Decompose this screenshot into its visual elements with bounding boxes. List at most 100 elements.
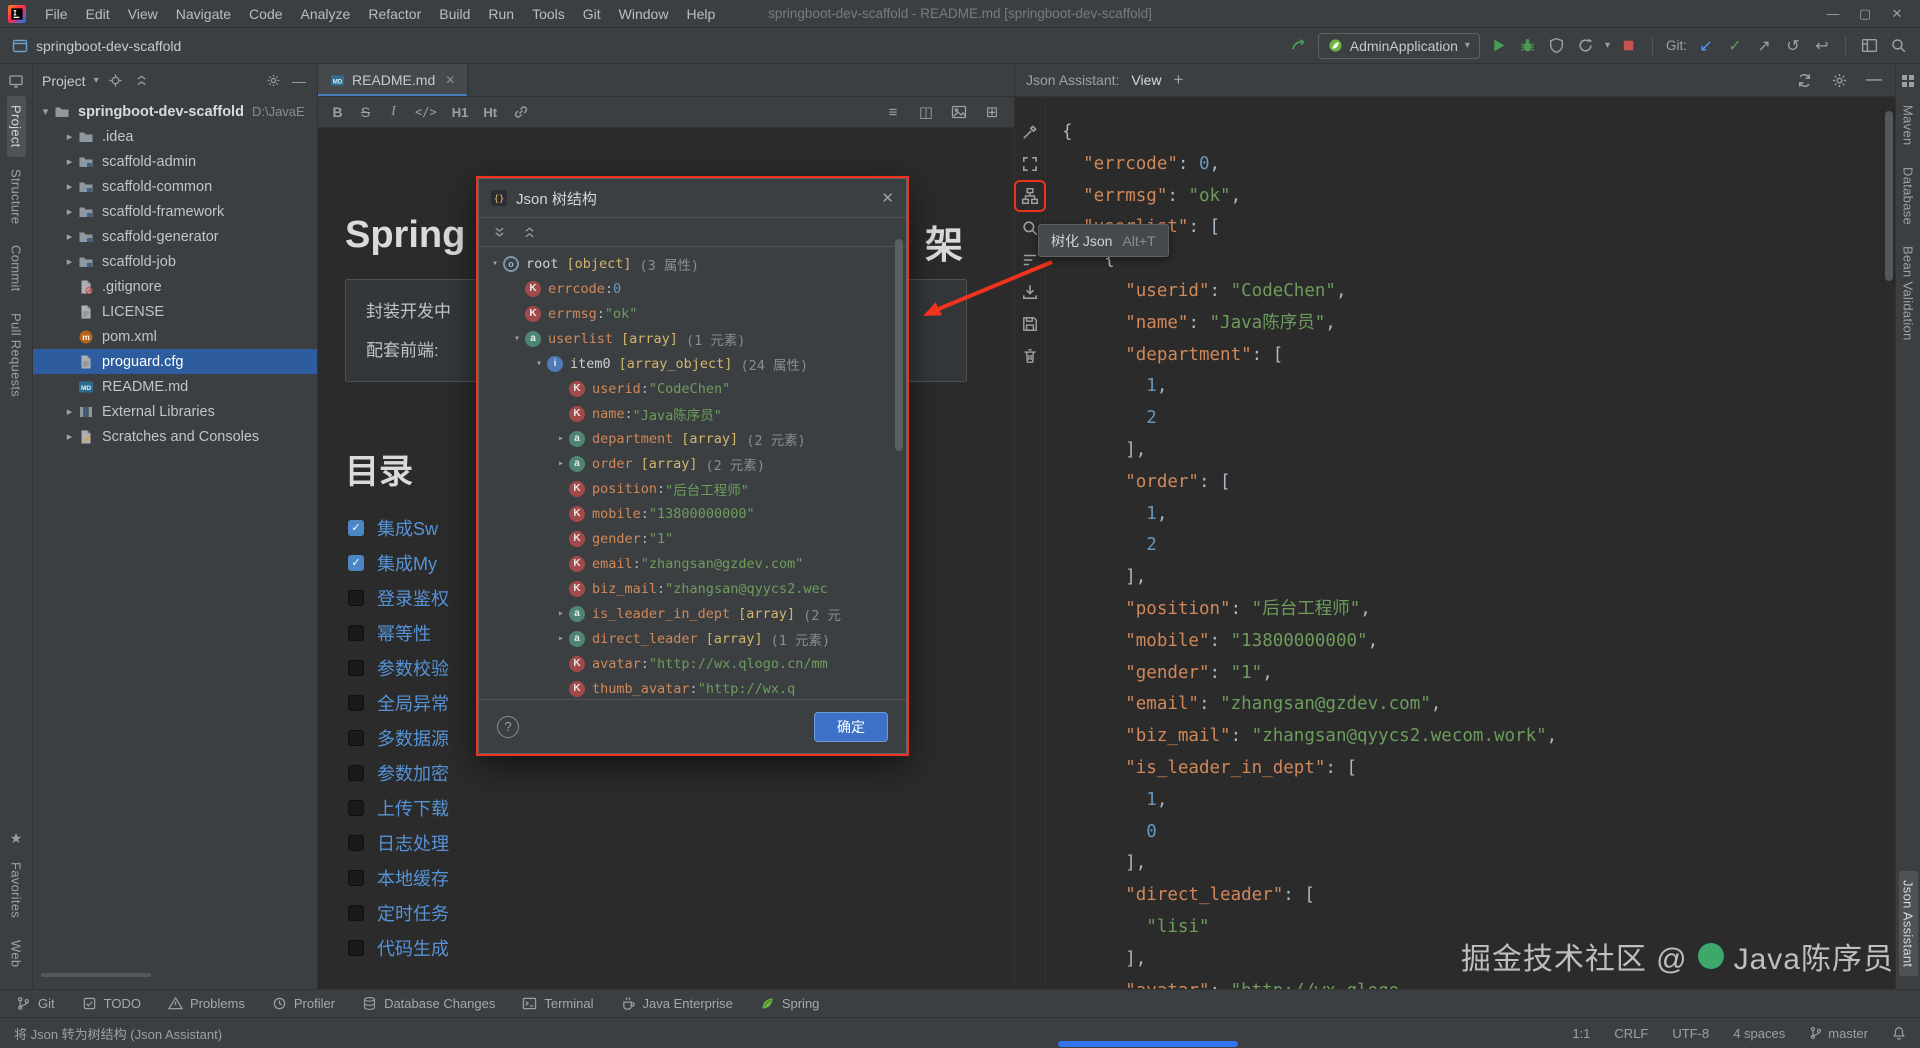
project-tree-item[interactable]: ▸External Libraries (33, 399, 317, 424)
md-tool-i[interactable]: I (387, 104, 400, 120)
split-view-icon[interactable]: ◫ (917, 103, 935, 121)
checkbox-checked-icon[interactable]: ✓ (348, 555, 364, 571)
tree-arrow-icon[interactable]: ▸ (61, 180, 78, 193)
expand-icon[interactable] (1017, 151, 1043, 177)
project-tree-item[interactable]: ▸scaffold-common (33, 174, 317, 199)
vertical-scrollbar[interactable] (895, 239, 903, 451)
checklist-item[interactable]: 定时任务 (348, 895, 449, 930)
menu-tools[interactable]: Tools (523, 4, 574, 24)
tree-arrow-icon[interactable]: ▸ (61, 155, 78, 168)
project-tree-item[interactable]: ▸scaffold-job (33, 249, 317, 274)
checklist-item[interactable]: 幂等性 (348, 615, 449, 650)
close-icon[interactable]: ✕ (1882, 2, 1912, 26)
checkbox-icon[interactable] (348, 800, 364, 816)
checkbox-icon[interactable] (348, 905, 364, 921)
menu-git[interactable]: Git (574, 4, 610, 24)
dialog-tree-item[interactable]: ▸ais_leader_in_dept[array](2 元 (479, 601, 906, 626)
tool-window-button-java-enterprise[interactable]: Java Enterprise (621, 996, 733, 1011)
add-tab-button[interactable]: + (1173, 70, 1183, 90)
git-rollback-button[interactable]: ↩ (1812, 36, 1832, 56)
checklist-label[interactable]: 本地缓存 (377, 865, 449, 891)
dialog-tree-item[interactable]: Kthumb_avatar: "http://wx.q (479, 676, 906, 699)
indent-setting[interactable]: 4 spaces (1733, 1026, 1785, 1041)
project-tree-item[interactable]: mpom.xml (33, 324, 317, 349)
dialog-tree-item[interactable]: Kuserid: "CodeChen" (479, 376, 906, 401)
stripe-item-structure[interactable]: Structure (7, 160, 26, 233)
gear-icon[interactable] (1829, 70, 1849, 90)
notifications-icon[interactable] (1892, 1026, 1906, 1040)
dialog-tree-item[interactable]: Kerrmsg: "ok" (479, 301, 906, 326)
checklist-item[interactable]: 参数校验 (348, 650, 449, 685)
tool-window-button-todo[interactable]: TODO (82, 996, 141, 1011)
checklist-label[interactable]: 定时任务 (377, 900, 449, 926)
checklist-label[interactable]: 代码生成 (377, 935, 449, 961)
vertical-scrollbar[interactable] (1885, 111, 1893, 281)
line-ending[interactable]: CRLF (1614, 1026, 1648, 1041)
md-tool-s[interactable]: S (359, 104, 372, 120)
tool-window-button-problems[interactable]: Problems (168, 996, 245, 1011)
tree-arrow-icon[interactable]: ▾ (531, 358, 547, 369)
tree-arrow-icon[interactable]: ▸ (61, 130, 78, 143)
menu-edit[interactable]: Edit (77, 4, 119, 24)
project-name[interactable]: springboot-dev-scaffold (36, 38, 181, 54)
project-tree-item[interactable]: MDREADME.md (33, 374, 317, 399)
checklist-item[interactable]: ✓集成Sw (348, 510, 449, 545)
checklist-item[interactable]: 全局异常 (348, 685, 449, 720)
dialog-tree-item[interactable]: Kgender: "1" (479, 526, 906, 551)
tree-arrow-icon[interactable]: ▸ (61, 205, 78, 218)
tree-arrow-icon[interactable]: ▸ (553, 633, 569, 644)
tree-arrow-icon[interactable]: ▸ (553, 433, 569, 444)
checklist-label[interactable]: 集成Sw (377, 515, 438, 541)
dialog-title-bar[interactable]: {} Json 树结构 ✕ (479, 179, 906, 217)
dialog-tree-item[interactable]: Kbiz_mail: "zhangsan@qyycs2.wec (479, 576, 906, 601)
stripe-item-favorites[interactable]: Favorites (7, 853, 26, 927)
chevron-down-icon[interactable]: ▾ (94, 75, 99, 86)
tree-arrow-icon[interactable]: ▸ (61, 255, 78, 268)
project-view-selector[interactable]: Project (42, 73, 86, 89)
tree-arrow-icon[interactable]: ▸ (61, 405, 78, 418)
menu-analyze[interactable]: Analyze (292, 4, 360, 24)
select-opened-file-icon[interactable] (107, 72, 125, 90)
dialog-tree-item[interactable]: ▾iitem0[array_object](24 属性) (479, 351, 906, 376)
project-tree-item[interactable]: ▸.idea (33, 124, 317, 149)
checkbox-icon[interactable] (348, 625, 364, 641)
project-tree-item[interactable]: ▾springboot-dev-scaffoldD:\JavaE (33, 99, 317, 124)
checkbox-icon[interactable] (348, 695, 364, 711)
file-encoding[interactable]: UTF-8 (1672, 1026, 1709, 1041)
project-tree-item[interactable]: LICENSE (33, 299, 317, 324)
json-format-icon[interactable] (1017, 119, 1043, 145)
stop-button[interactable] (1619, 36, 1639, 56)
tool-window-button-git[interactable]: Git (16, 996, 55, 1011)
minimize-icon[interactable]: — (1818, 2, 1848, 26)
load-maven-changes-icon[interactable] (1289, 36, 1309, 56)
md-tool-h1[interactable]: H1 (452, 105, 469, 120)
checklist-label[interactable]: 多数据源 (377, 725, 449, 751)
checklist-item[interactable]: 参数加密 (348, 755, 449, 790)
tool-window-button-profiler[interactable]: Profiler (272, 996, 335, 1011)
hide-panel-icon[interactable]: — (1864, 70, 1884, 90)
md-tool-ht[interactable]: Ht (483, 105, 497, 120)
debug-button[interactable] (1518, 36, 1538, 56)
menu-file[interactable]: File (36, 4, 77, 24)
tool-grid-icon[interactable] (1900, 73, 1917, 90)
project-tree-item[interactable]: ▸Scratches and Consoles (33, 424, 317, 449)
dialog-tree-item[interactable]: Kposition: "后台工程师" (479, 476, 906, 501)
image-icon[interactable] (950, 103, 968, 121)
stripe-item-maven[interactable]: Maven (1899, 96, 1918, 155)
import-icon[interactable] (1017, 279, 1043, 305)
tree-arrow-icon[interactable]: ▸ (61, 230, 78, 243)
close-tab-icon[interactable]: ✕ (445, 73, 455, 87)
dialog-tree-item[interactable]: ▾oroot[object](3 属性) (479, 251, 906, 276)
maximize-icon[interactable]: ▢ (1850, 2, 1880, 26)
checklist-item[interactable]: 代码生成 (348, 930, 449, 965)
md-tool-b[interactable]: B (331, 104, 344, 120)
caret-position[interactable]: 1:1 (1572, 1026, 1590, 1041)
menu-refactor[interactable]: Refactor (359, 4, 430, 24)
checklist-item[interactable]: 本地缓存 (348, 860, 449, 895)
checkbox-icon[interactable] (348, 870, 364, 886)
checklist-item[interactable]: 多数据源 (348, 720, 449, 755)
stripe-item-json-assistant[interactable]: Json Assistant (1899, 871, 1918, 976)
horizontal-scrollbar[interactable] (41, 973, 151, 977)
save-icon[interactable] (1017, 311, 1043, 337)
json-view-editor[interactable]: { "errcode": 0, "errmsg": "ok", "userlis… (1046, 97, 1895, 989)
